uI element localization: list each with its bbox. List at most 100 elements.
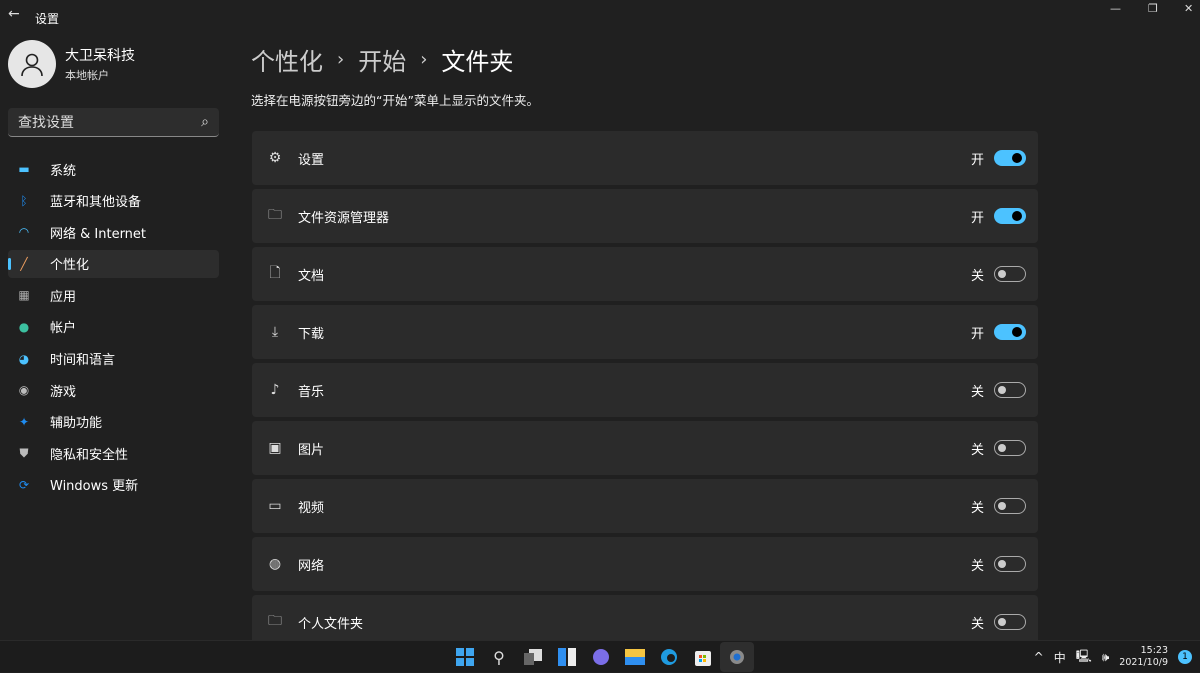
folder-row: 🗀 文件资源管理器开 [252, 189, 1038, 243]
restore-button[interactable]: ❐ [1148, 2, 1158, 15]
sidebar-item-gamepad[interactable]: ◉游戏 [8, 376, 219, 404]
page-title: 文件夹 [441, 42, 513, 77]
folder-icon: ▣ [266, 440, 284, 456]
toggle-state: 关 [971, 613, 984, 632]
search-input[interactable]: 查找设置 ⌕ [8, 108, 219, 137]
breadcrumb-personalization[interactable]: 个性化 [251, 42, 323, 77]
folder-toggle[interactable] [994, 208, 1026, 224]
person-icon: ● [16, 319, 32, 335]
folder-icon: 🗀 [266, 204, 284, 228]
sidebar-item-label: 系统 [50, 160, 76, 179]
close-button[interactable]: ✕ [1184, 2, 1193, 15]
toggle-state: 关 [971, 555, 984, 574]
folder-row: ⤓下载开 [252, 305, 1038, 359]
settings-app-icon[interactable] [720, 642, 754, 672]
sidebar-item-wifi[interactable]: ◠ 网络 & Internet [8, 218, 219, 246]
file-explorer-icon[interactable] [618, 642, 652, 672]
wifi-icon: ◠ [16, 224, 32, 240]
task-view-icon[interactable] [516, 642, 550, 672]
back-button[interactable]: ← [8, 6, 20, 22]
store-icon[interactable] [686, 642, 720, 672]
folder-toggle[interactable] [994, 498, 1026, 514]
brush-icon: ╱ [16, 256, 32, 272]
sidebar-item-bluetooth[interactable]: ᛒ 蓝牙和其他设备 [8, 187, 219, 215]
taskbar: ⚲ ^ 中 🖳 🕪 15:23 2021/10/9 1 [0, 640, 1200, 672]
volume-icon[interactable]: 🕪 [1102, 650, 1110, 665]
gamepad-icon: ◉ [16, 382, 32, 398]
bluetooth-icon: ᛒ [16, 193, 32, 209]
folder-label: 视频 [298, 497, 971, 516]
user-name: 大卫呆科技 [65, 45, 135, 65]
chevron-right-icon: › [420, 49, 427, 70]
user-profile[interactable]: 大卫呆科技 本地帐户 [8, 40, 135, 88]
folder-toggle[interactable] [994, 614, 1026, 630]
avatar [8, 40, 56, 88]
sidebar-item-person[interactable]: ●帐户 [8, 313, 219, 341]
folder-icon: ⚙ [266, 150, 284, 166]
account-type: 本地帐户 [65, 67, 135, 83]
ime-indicator[interactable]: 中 [1054, 649, 1066, 666]
folder-row: ⚙ 设置开 [252, 131, 1038, 185]
folder-toggle[interactable] [994, 382, 1026, 398]
minimize-button[interactable]: — [1110, 2, 1121, 15]
sidebar-item-brush[interactable]: ╱ 个性化 [8, 250, 219, 278]
network-icon[interactable]: 🖳 [1076, 647, 1092, 668]
sidebar-item-label: 网络 & Internet [50, 223, 146, 242]
monitor-icon: ▬ [16, 161, 32, 177]
sidebar-item-globe-clock[interactable]: ◕ 时间和语言 [8, 345, 219, 373]
sidebar-item-accessibility[interactable]: ✦ 辅助功能 [8, 408, 219, 436]
sidebar-item-label: 隐私和安全性 [50, 444, 128, 463]
teams-chat-icon[interactable] [584, 642, 618, 672]
widgets-icon[interactable] [550, 642, 584, 672]
update-icon: ⟳ [16, 477, 32, 493]
clock[interactable]: 15:23 2021/10/9 [1119, 645, 1168, 669]
folder-label: 图片 [298, 439, 971, 458]
sidebar-item-apps[interactable]: ▦应用 [8, 281, 219, 309]
sidebar-item-label: 蓝牙和其他设备 [50, 191, 141, 210]
folder-icon: 🗋 [266, 262, 284, 286]
time: 15:23 [1119, 645, 1168, 657]
sidebar-item-update[interactable]: ⟳Windows 更新 [8, 471, 219, 499]
tray-chevron-icon[interactable]: ^ [1034, 650, 1044, 664]
search-icon[interactable]: ⚲ [482, 642, 516, 672]
sidebar-item-shield[interactable]: ⛊ 隐私和安全性 [8, 439, 219, 467]
app-title: 设置 [35, 10, 59, 27]
breadcrumb-start[interactable]: 开始 [358, 42, 406, 77]
start-icon[interactable] [448, 642, 482, 672]
sidebar-item-label: 个性化 [50, 254, 89, 273]
folder-row: ▭视频关 [252, 479, 1038, 533]
sidebar-item-label: 时间和语言 [50, 349, 115, 368]
folder-list: ⚙设置开🗀文件资源管理器开🗋文档关⤓下载开♪音乐关▣图片关▭视频关◍网络关🗀个人… [252, 131, 1038, 653]
folder-toggle[interactable] [994, 150, 1026, 166]
folder-label: 网络 [298, 555, 971, 574]
edge-icon[interactable] [652, 642, 686, 672]
shield-icon: ⛊ [16, 445, 32, 461]
accessibility-icon: ✦ [16, 414, 32, 430]
folder-label: 设置 [298, 149, 971, 168]
toggle-state: 开 [971, 207, 984, 226]
breadcrumb: 个性化 › 开始 › 文件夹 [251, 42, 513, 77]
folder-label: 文档 [298, 265, 971, 284]
folder-row: 🗋 文档关 [252, 247, 1038, 301]
search-icon: ⌕ [201, 114, 209, 130]
toggle-state: 关 [971, 439, 984, 458]
notification-badge[interactable]: 1 [1178, 650, 1192, 664]
folder-label: 文件资源管理器 [298, 207, 971, 226]
sidebar-item-monitor[interactable]: ▬ 系统 [8, 155, 219, 183]
folder-toggle[interactable] [994, 556, 1026, 572]
globe-clock-icon: ◕ [16, 351, 32, 367]
date: 2021/10/9 [1119, 657, 1168, 669]
folder-icon: ⤓ [266, 324, 284, 340]
toggle-state: 关 [971, 497, 984, 516]
folder-label: 下载 [298, 323, 971, 342]
toggle-state: 开 [971, 149, 984, 168]
folder-toggle[interactable] [994, 440, 1026, 456]
sidebar-nav: ▬ 系统 ᛒ 蓝牙和其他设备 ◠ 网络 & Internet ╱ 个性化 ▦应用 ●帐户 ◕ 时间和语… [8, 155, 219, 503]
folder-toggle[interactable] [994, 266, 1026, 282]
sidebar-item-label: 辅助功能 [50, 412, 102, 431]
folder-toggle[interactable] [994, 324, 1026, 340]
toggle-state: 关 [971, 265, 984, 284]
folder-row: ◍网络关 [252, 537, 1038, 591]
folder-label: 个人文件夹 [298, 613, 971, 632]
folder-label: 音乐 [298, 381, 971, 400]
